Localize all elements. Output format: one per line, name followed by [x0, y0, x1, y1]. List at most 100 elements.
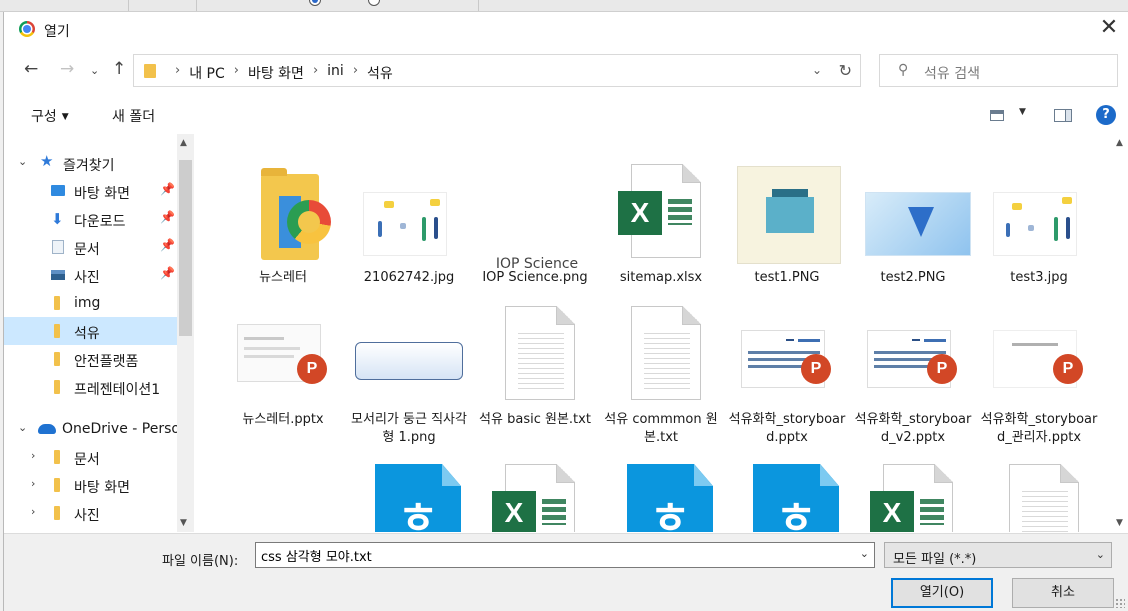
sidebar-item-downloads[interactable]: ⬇ 다운로드 📌 — [4, 205, 177, 233]
new-folder-button[interactable]: 새 폴더 — [112, 106, 155, 126]
pin-icon[interactable]: 📌 — [160, 210, 175, 224]
file-item[interactable]: P 석유화학_storyboard_v2.pptx — [851, 300, 975, 452]
breadcrumb: › 내 PC › 바탕 화면 › ini › 석유 — [166, 63, 393, 83]
sidebar-item-label: 바탕 화면 — [74, 186, 130, 202]
filename-input[interactable] — [261, 546, 841, 564]
text-file-icon — [505, 306, 575, 400]
recent-locations-dropdown[interactable]: ⌄ — [90, 62, 99, 80]
sidebar-item-onedrive-pictures[interactable]: › 사진 — [4, 499, 177, 527]
breadcrumb-item[interactable]: ini — [327, 63, 344, 83]
text-file-icon — [1009, 464, 1079, 532]
scroll-up-icon[interactable]: ▲ — [180, 138, 187, 148]
collapse-chevron-icon[interactable]: › — [31, 449, 35, 462]
forward-button[interactable]: → — [60, 60, 74, 78]
pin-icon[interactable]: 📌 — [160, 238, 175, 252]
sidebar-item-safety-platform[interactable]: 안전플랫폼 — [4, 345, 177, 373]
address-dropdown-button[interactable]: ⌄ — [812, 63, 822, 77]
file-item[interactable]: IOP Science IOP Science.png — [473, 158, 597, 310]
sidebar-item-label: OneDrive - Persor — [62, 421, 177, 437]
cancel-button[interactable]: 취소 — [1012, 578, 1114, 608]
hwp-thumbnail: ㅎ — [611, 464, 713, 532]
scroll-down-icon[interactable]: ▼ — [1116, 518, 1123, 528]
sidebar-item-documents[interactable]: 문서 📌 — [4, 233, 177, 261]
file-item[interactable]: 21062742.jpg — [347, 158, 471, 310]
sidebar-item-label: 다운로드 — [74, 214, 126, 230]
breadcrumb-item[interactable]: 내 PC — [189, 63, 225, 83]
file-type-select[interactable]: 모든 파일 (*.*) ⌄ — [884, 542, 1112, 568]
file-item[interactable]: 뉴스레터 — [221, 158, 345, 310]
pptx-thumbnail: P — [737, 306, 837, 406]
background-divider — [478, 0, 479, 11]
hangul-file-icon: ㅎ — [753, 464, 839, 532]
back-button[interactable]: ← — [24, 60, 38, 78]
change-view-icon[interactable] — [990, 110, 1004, 121]
sidebar-item-onedrive[interactable]: ⌄ OneDrive - Persor — [4, 415, 177, 443]
file-item[interactable]: test1.PNG — [725, 158, 849, 310]
up-button[interactable]: ↑ — [112, 60, 126, 78]
search-box[interactable]: ⚲ 석유 검색 — [879, 54, 1118, 87]
folder-icon — [54, 380, 60, 394]
file-item[interactable]: P 석유화학_storyboard.pptx — [725, 300, 849, 452]
sidebar-scrollbar[interactable]: ▲ ▼ — [177, 134, 194, 532]
chevron-down-icon[interactable]: ⌄ — [860, 547, 869, 560]
view-options-caret-icon[interactable]: ▼ — [1019, 107, 1026, 117]
breadcrumb-item[interactable]: 바탕 화면 — [248, 63, 304, 83]
file-item[interactable]: X — [473, 458, 597, 532]
collapse-chevron-icon[interactable]: › — [31, 505, 35, 518]
file-item[interactable]: 모서리가 둥근 직사각형 1.png — [347, 300, 471, 452]
collapse-chevron-icon[interactable]: › — [31, 477, 35, 490]
sidebar-item-presentation1[interactable]: 프레젠테이션1 — [4, 373, 177, 401]
navigation-bar: ← → ⌄ ↑ › 내 PC › 바탕 화면 › ini › 석유 ⌄ ↻ ⚲ … — [4, 53, 1128, 89]
open-button[interactable]: 열기(O) — [891, 578, 993, 608]
powerpoint-icon: P — [297, 354, 327, 384]
pin-icon[interactable]: 📌 — [160, 266, 175, 280]
picture-icon — [51, 270, 65, 280]
file-item[interactable]: ㅎ — [347, 458, 471, 532]
pin-icon[interactable]: 📌 — [160, 182, 175, 196]
file-item[interactable]: ㅎ — [725, 458, 849, 532]
file-item[interactable]: test2.PNG — [851, 158, 975, 310]
help-icon[interactable]: ? — [1096, 105, 1116, 125]
sidebar-item-onedrive-documents[interactable]: › 문서 — [4, 443, 177, 471]
expand-chevron-icon[interactable]: ⌄ — [18, 155, 27, 168]
scroll-up-icon[interactable]: ▲ — [1116, 138, 1123, 148]
folder-icon — [144, 64, 156, 78]
file-item[interactable]: P 석유화학_storyboard_관리자.pptx — [977, 300, 1101, 452]
sidebar-item-desktop[interactable]: 바탕 화면 📌 — [4, 177, 177, 205]
folder-icon — [54, 506, 60, 520]
refresh-button[interactable]: ↻ — [839, 61, 852, 80]
resize-grip-icon[interactable] — [1115, 598, 1125, 608]
chevron-right-icon: › — [175, 63, 181, 78]
file-item[interactable]: X — [851, 458, 975, 532]
file-item[interactable]: ㅎ — [599, 458, 723, 532]
sidebar-item-seokyu[interactable]: 석유 — [4, 317, 177, 345]
file-name: 석유화학_storyboard_관리자.pptx — [980, 412, 1098, 445]
file-list-scrollbar[interactable]: ▲ ▼ — [1112, 134, 1128, 532]
file-item[interactable]: test3.jpg — [977, 158, 1101, 310]
close-button[interactable]: ✕ — [1096, 16, 1122, 42]
powerpoint-icon: P — [1053, 354, 1083, 384]
scrollbar-thumb[interactable] — [179, 160, 192, 336]
file-name: sitemap.xlsx — [619, 270, 703, 285]
file-item[interactable]: X sitemap.xlsx — [599, 158, 723, 310]
sidebar-item-img[interactable]: img — [4, 289, 177, 317]
sidebar-item-favorites[interactable]: ⌄ ★ 즐겨찾기 — [4, 149, 177, 177]
file-item[interactable]: P 뉴스레터.pptx — [221, 300, 345, 452]
file-item[interactable]: 석유 commmon 원본.txt — [599, 300, 723, 452]
file-item[interactable]: 석유 basic 원본.txt — [473, 300, 597, 452]
filename-combobox[interactable]: ⌄ — [255, 542, 875, 568]
search-placeholder: 석유 검색 — [924, 66, 980, 82]
file-item[interactable] — [977, 458, 1101, 532]
star-icon: ★ — [40, 152, 54, 170]
folder-icon — [261, 168, 331, 260]
excel-thumbnail: X — [863, 464, 963, 532]
organize-menu[interactable]: 구성 ▼ — [31, 106, 69, 126]
file-name: test2.PNG — [880, 270, 946, 285]
breadcrumb-item[interactable]: 석유 — [367, 63, 393, 83]
scroll-down-icon[interactable]: ▼ — [180, 518, 187, 528]
expand-chevron-icon[interactable]: ⌄ — [18, 421, 27, 434]
sidebar-item-pictures[interactable]: 사진 📌 — [4, 261, 177, 289]
preview-pane-icon[interactable] — [1054, 109, 1072, 122]
sidebar-item-onedrive-desktop[interactable]: › 바탕 화면 — [4, 471, 177, 499]
address-bar[interactable]: › 내 PC › 바탕 화면 › ini › 석유 ⌄ ↻ — [133, 54, 861, 87]
